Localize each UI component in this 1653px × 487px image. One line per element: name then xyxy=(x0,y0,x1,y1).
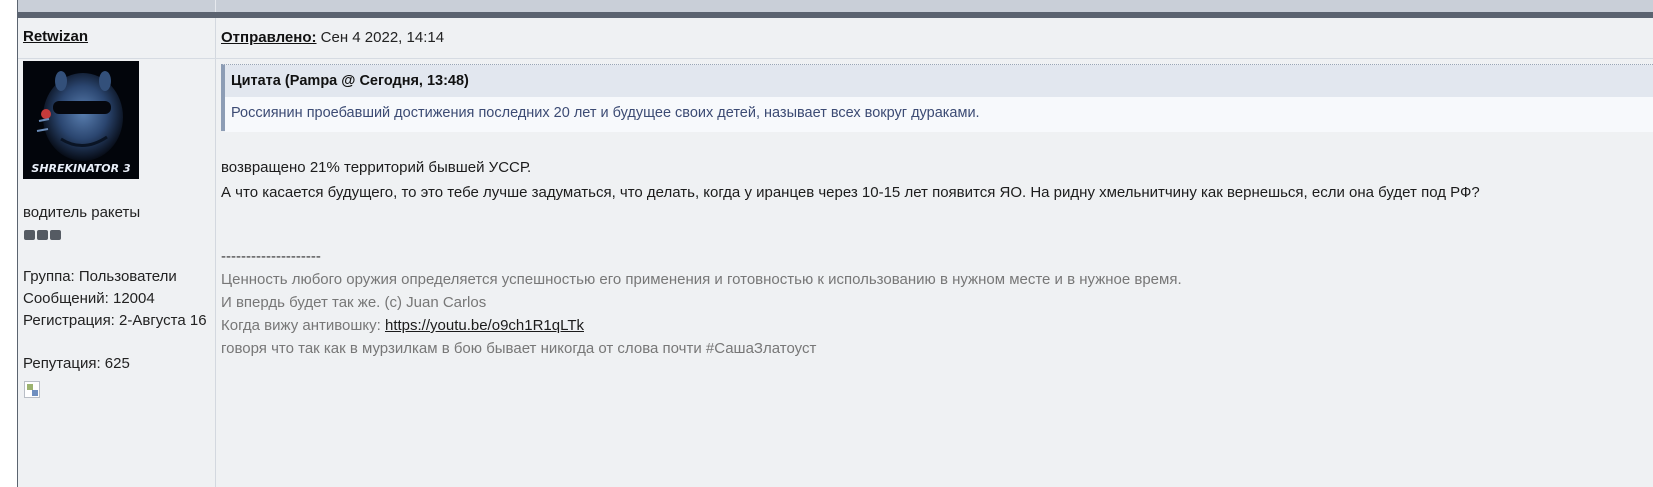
signature-line: Когда вижу антивошку: https://youtu.be/o… xyxy=(221,314,584,337)
signature-youtube-link[interactable]: https://youtu.be/o9ch1R1qLTk xyxy=(385,317,584,334)
quote-header: Цитата (Pampa @ Сегодня, 13:48) xyxy=(225,65,1653,97)
post-separator-bar xyxy=(18,12,1653,18)
post-date-header: Отправлено: Сен 4 2022, 14:14 xyxy=(221,29,444,46)
quote-text: Россиянин проебавший достижения последни… xyxy=(225,97,1653,132)
forum-post: Retwizan SHREKINATOR 3 водитель ракеты Г… xyxy=(17,0,1653,487)
rank-pip xyxy=(37,230,48,240)
author-username-link[interactable]: Retwizan xyxy=(23,28,88,45)
post-header-divider xyxy=(18,58,1653,59)
post-text-line: возвращено 21% территорий бывшей УССР. xyxy=(221,159,532,176)
author-avatar[interactable]: SHREKINATOR 3 xyxy=(23,61,139,179)
avatar-image: SHREKINATOR 3 xyxy=(23,61,139,179)
author-reputation: Репутация: 625 xyxy=(23,355,130,372)
posted-date: Сен 4 2022, 14:14 xyxy=(320,29,445,46)
author-messages: Сообщений: 12004 xyxy=(23,290,155,307)
post-top-band xyxy=(18,0,1653,12)
author-group: Группа: Пользователи xyxy=(23,268,177,285)
reputation-image-icon[interactable] xyxy=(24,381,40,398)
signature-link-prefix: Когда вижу антивошку: xyxy=(221,317,385,334)
signature-line: Ценность любого оружия определяется успе… xyxy=(221,271,1182,288)
author-title: водитель ракеты xyxy=(23,204,141,221)
signature-separator: -------------------- xyxy=(221,248,321,265)
rank-pip xyxy=(24,230,35,240)
rank-pips xyxy=(24,230,61,240)
author-registration: Регистрация: 2-Августа 16 xyxy=(23,312,207,329)
post-text-line: А что касается будущего, то это тебе луч… xyxy=(221,184,1480,201)
rank-pip xyxy=(50,230,61,240)
quote-block: Цитата (Pampa @ Сегодня, 13:48) Россияни… xyxy=(221,64,1653,132)
signature-line: И впердь будет так же. (c) Juan Carlos xyxy=(221,294,487,311)
avatar-caption: SHREKINATOR 3 xyxy=(31,162,131,175)
posted-label-link[interactable]: Отправлено: xyxy=(221,29,317,46)
signature-line: говоря что так как в мурзилкам в бою быв… xyxy=(221,340,817,357)
